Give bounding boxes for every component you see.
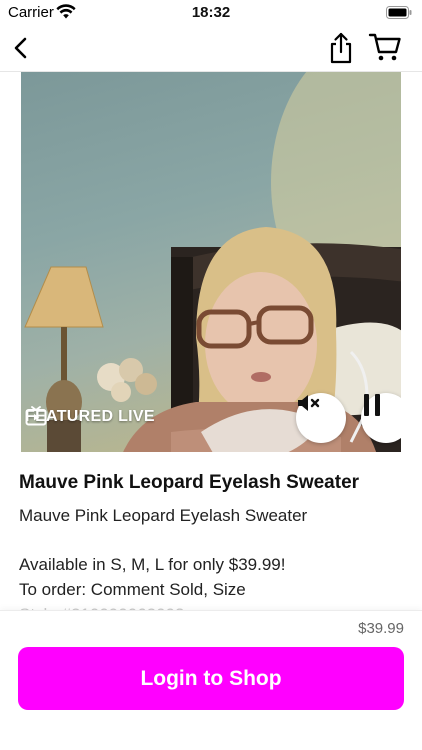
live-video-player[interactable]: FEATURED LIVE [21,72,401,472]
product-description-line: To order: Comment Sold, Size [19,580,246,599]
product-title: Mauve Pink Leopard Eyelash Sweater [19,472,360,493]
product-description-line: Available in S, M, L for only $39.99! [19,555,286,574]
share-icon [330,32,352,64]
cart-button[interactable] [368,32,402,62]
purchase-footer: $39.99 Login to Shop [0,610,422,750]
mute-button[interactable] [296,393,346,443]
clock: 18:32 [191,4,231,21]
product-details-sheet: Mauve Pink Leopard Eyelash Sweater Mauve… [0,452,422,612]
product-subtitle: Mauve Pink Leopard Eyelash Sweater [19,506,308,525]
live-tv-icon [25,406,47,426]
product-price: $39.99 [358,620,404,637]
product-description: Available in S, M, L for only $39.99! To… [19,552,286,612]
status-bar: Carrier 18:32 [0,0,422,26]
chevron-left-icon [14,37,27,59]
battery-icon [386,6,412,24]
login-to-shop-button[interactable]: Login to Shop [18,647,404,710]
featured-live-badge: FEATURED LIVE [25,406,155,428]
back-button[interactable] [8,34,36,62]
nav-bar [0,26,422,72]
pause-icon [364,394,380,416]
mute-icon [298,395,320,411]
share-button[interactable] [327,31,355,65]
cart-icon [368,33,401,61]
